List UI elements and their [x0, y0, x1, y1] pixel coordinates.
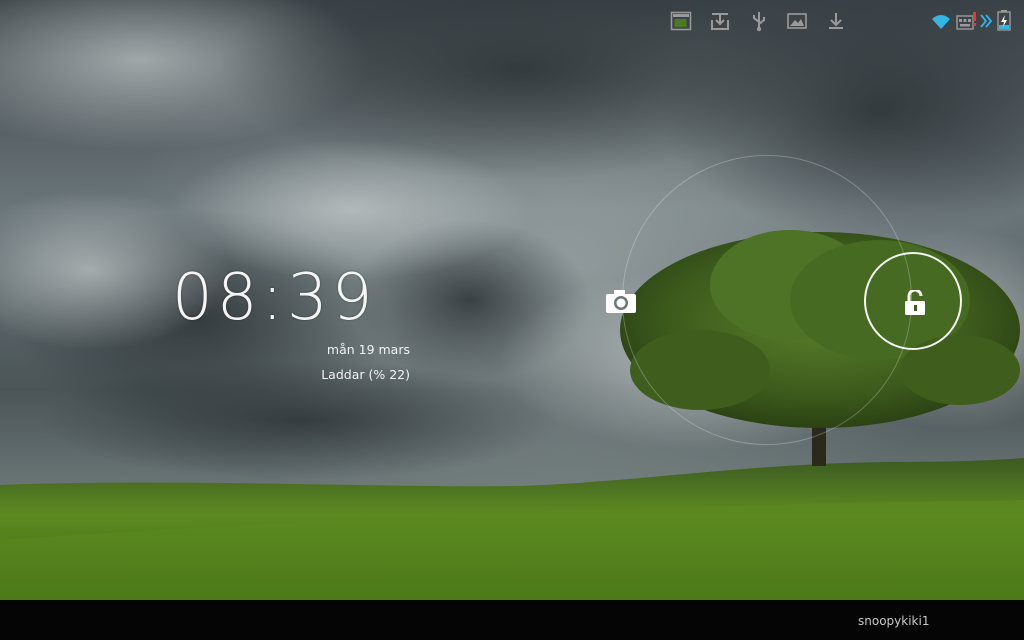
- lockscreen-clock: 08:39: [172, 261, 377, 335]
- keyboard-alert-icon[interactable]: [956, 10, 978, 32]
- usb-icon[interactable]: [748, 10, 770, 32]
- camera-icon: [606, 290, 636, 313]
- unlock-icon: [905, 290, 925, 315]
- download-tray-icon[interactable]: [709, 10, 731, 32]
- download-icon[interactable]: [825, 10, 847, 32]
- lockscreen-date: mån 19 mars: [326, 342, 410, 357]
- camera-target[interactable]: [604, 286, 638, 316]
- unlock-handle[interactable]: [864, 252, 962, 350]
- wifi-icon[interactable]: [930, 10, 952, 32]
- screenshot-icon[interactable]: [670, 10, 692, 32]
- chevron-icon[interactable]: [980, 12, 993, 34]
- battery-charging-icon[interactable]: [996, 9, 1012, 31]
- gallery-icon[interactable]: [786, 10, 808, 32]
- username-label: snoopykiki1: [858, 614, 930, 628]
- charging-status: Laddar (% 22): [321, 367, 410, 382]
